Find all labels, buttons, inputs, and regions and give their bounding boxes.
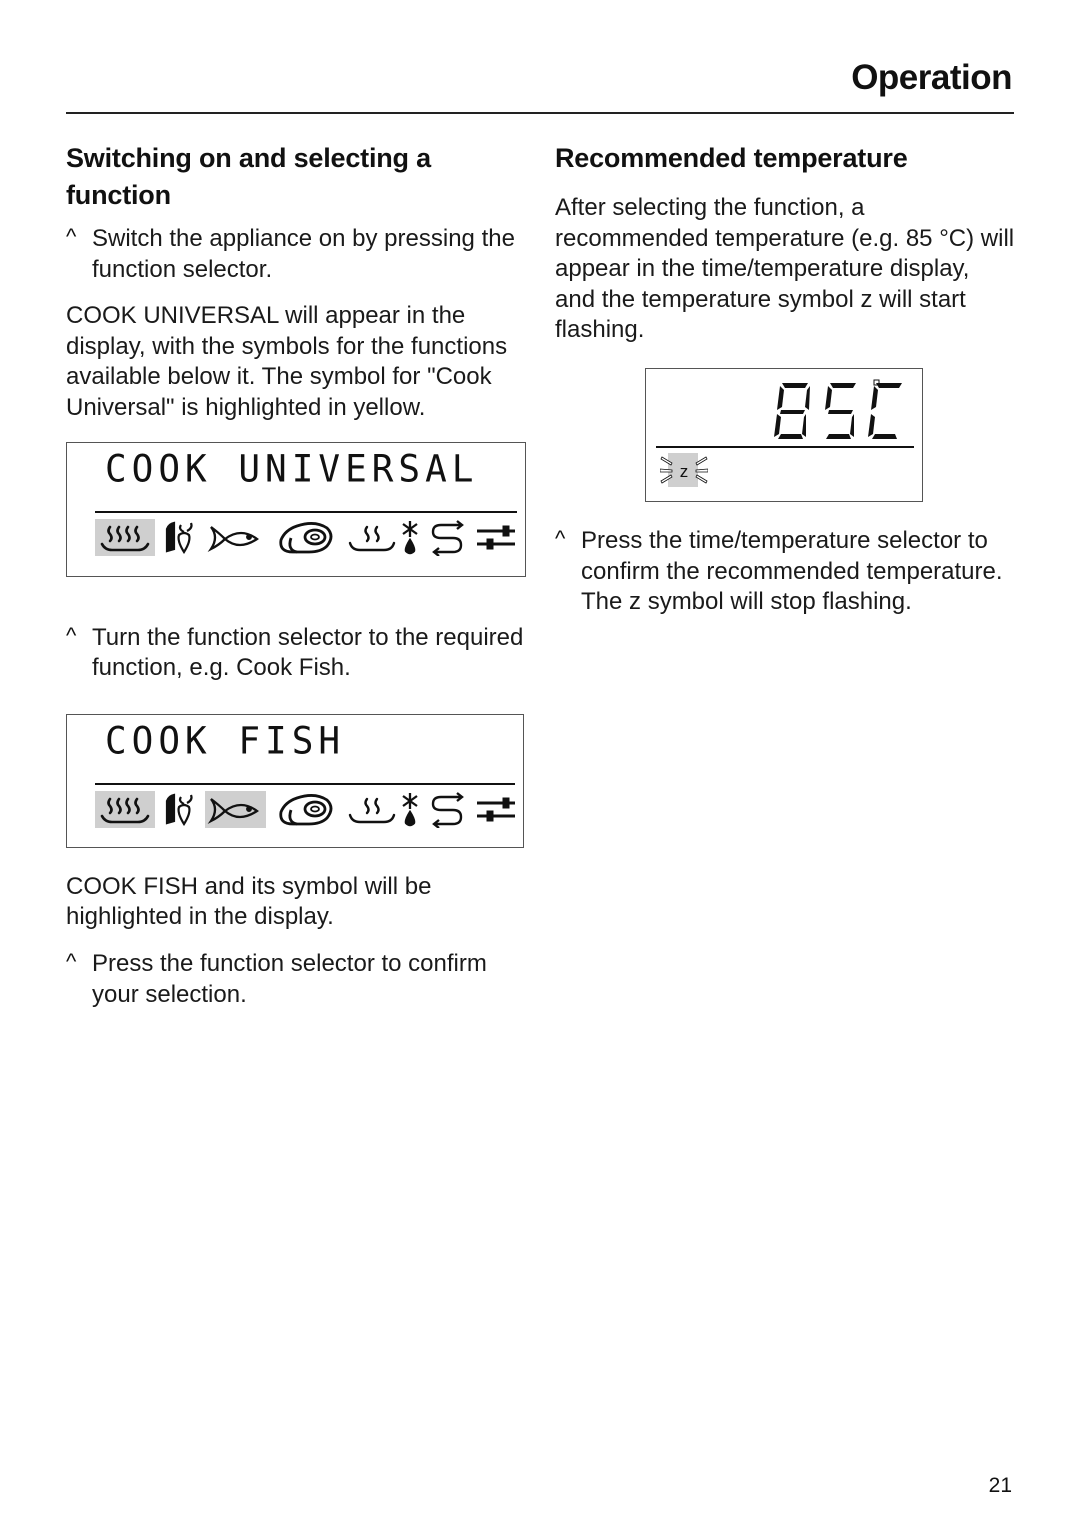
left-column: Switching on and selecting a function ^ …: [66, 140, 528, 1010]
reheat-icon: [347, 791, 397, 828]
display-divider: [656, 445, 914, 448]
display-cook-universal: COOK UNIVERSAL: [66, 441, 526, 577]
instruction-step: ^ Turn the function selector to the requ…: [66, 623, 528, 684]
defrost-icon: [399, 791, 421, 828]
settings-icon: [475, 519, 517, 556]
vegetables-icon: [163, 519, 195, 556]
step-text: Press the time/temperature selector to c…: [581, 526, 1003, 616]
paragraph: COOK FISH and its symbol will be highlig…: [66, 872, 432, 931]
menu-cook-icon: [429, 519, 465, 556]
temperature-readout: [774, 379, 902, 439]
display-divider: [95, 510, 517, 513]
temperature-symbol-flashing: z: [659, 452, 709, 487]
step-bullet: ^: [66, 948, 77, 974]
meat-icon: [277, 791, 337, 828]
z-symbol: z: [680, 462, 689, 481]
menu-cook-icon: [429, 791, 465, 828]
meat-icon: [277, 519, 337, 556]
heading-switching-on: Switching on and selecting a function: [66, 143, 431, 210]
step-text: Turn the function selector to the requir…: [92, 623, 524, 682]
paragraph: COOK UNIVERSAL will appear in the displa…: [66, 302, 508, 421]
fish-icon: [205, 790, 266, 828]
right-column: Recommended temperature After selecting …: [555, 140, 1015, 618]
step-text: Switch the appliance on by pressing the …: [92, 225, 515, 283]
instruction-step: ^ Press the function selector to confirm…: [66, 949, 528, 1010]
function-icon-row: [95, 790, 520, 829]
display-text: COOK FISH: [105, 719, 346, 763]
function-icon-row: [95, 518, 520, 557]
settings-icon: [475, 791, 517, 828]
header-divider: [66, 112, 1014, 114]
page-number: 21: [988, 1474, 1012, 1497]
display-divider: [95, 782, 515, 785]
heading-recommended-temperature: Recommended temperature: [555, 143, 908, 173]
instruction-step: ^ Press the time/temperature selector to…: [555, 526, 1015, 618]
step-bullet: ^: [66, 224, 77, 249]
defrost-icon: [399, 519, 421, 556]
display-cook-fish: COOK FISH: [66, 713, 524, 848]
display-text: COOK UNIVERSAL: [105, 447, 479, 491]
vegetables-icon: [163, 791, 195, 828]
paragraph: After selecting the function, a recommen…: [555, 194, 1015, 344]
steam-universal-icon: [95, 518, 155, 556]
step-text: Press the function selector to confirm y…: [92, 949, 487, 1008]
temperature-display: z: [645, 367, 923, 502]
step-bullet: ^: [555, 525, 566, 551]
steam-universal-icon: [95, 790, 155, 828]
step-bullet: ^: [66, 622, 77, 648]
section-title: Operation: [851, 58, 1012, 97]
reheat-icon: [347, 519, 397, 556]
instruction-step: ^ Switch the appliance on by pressing th…: [66, 224, 528, 285]
fish-icon: [207, 519, 263, 556]
